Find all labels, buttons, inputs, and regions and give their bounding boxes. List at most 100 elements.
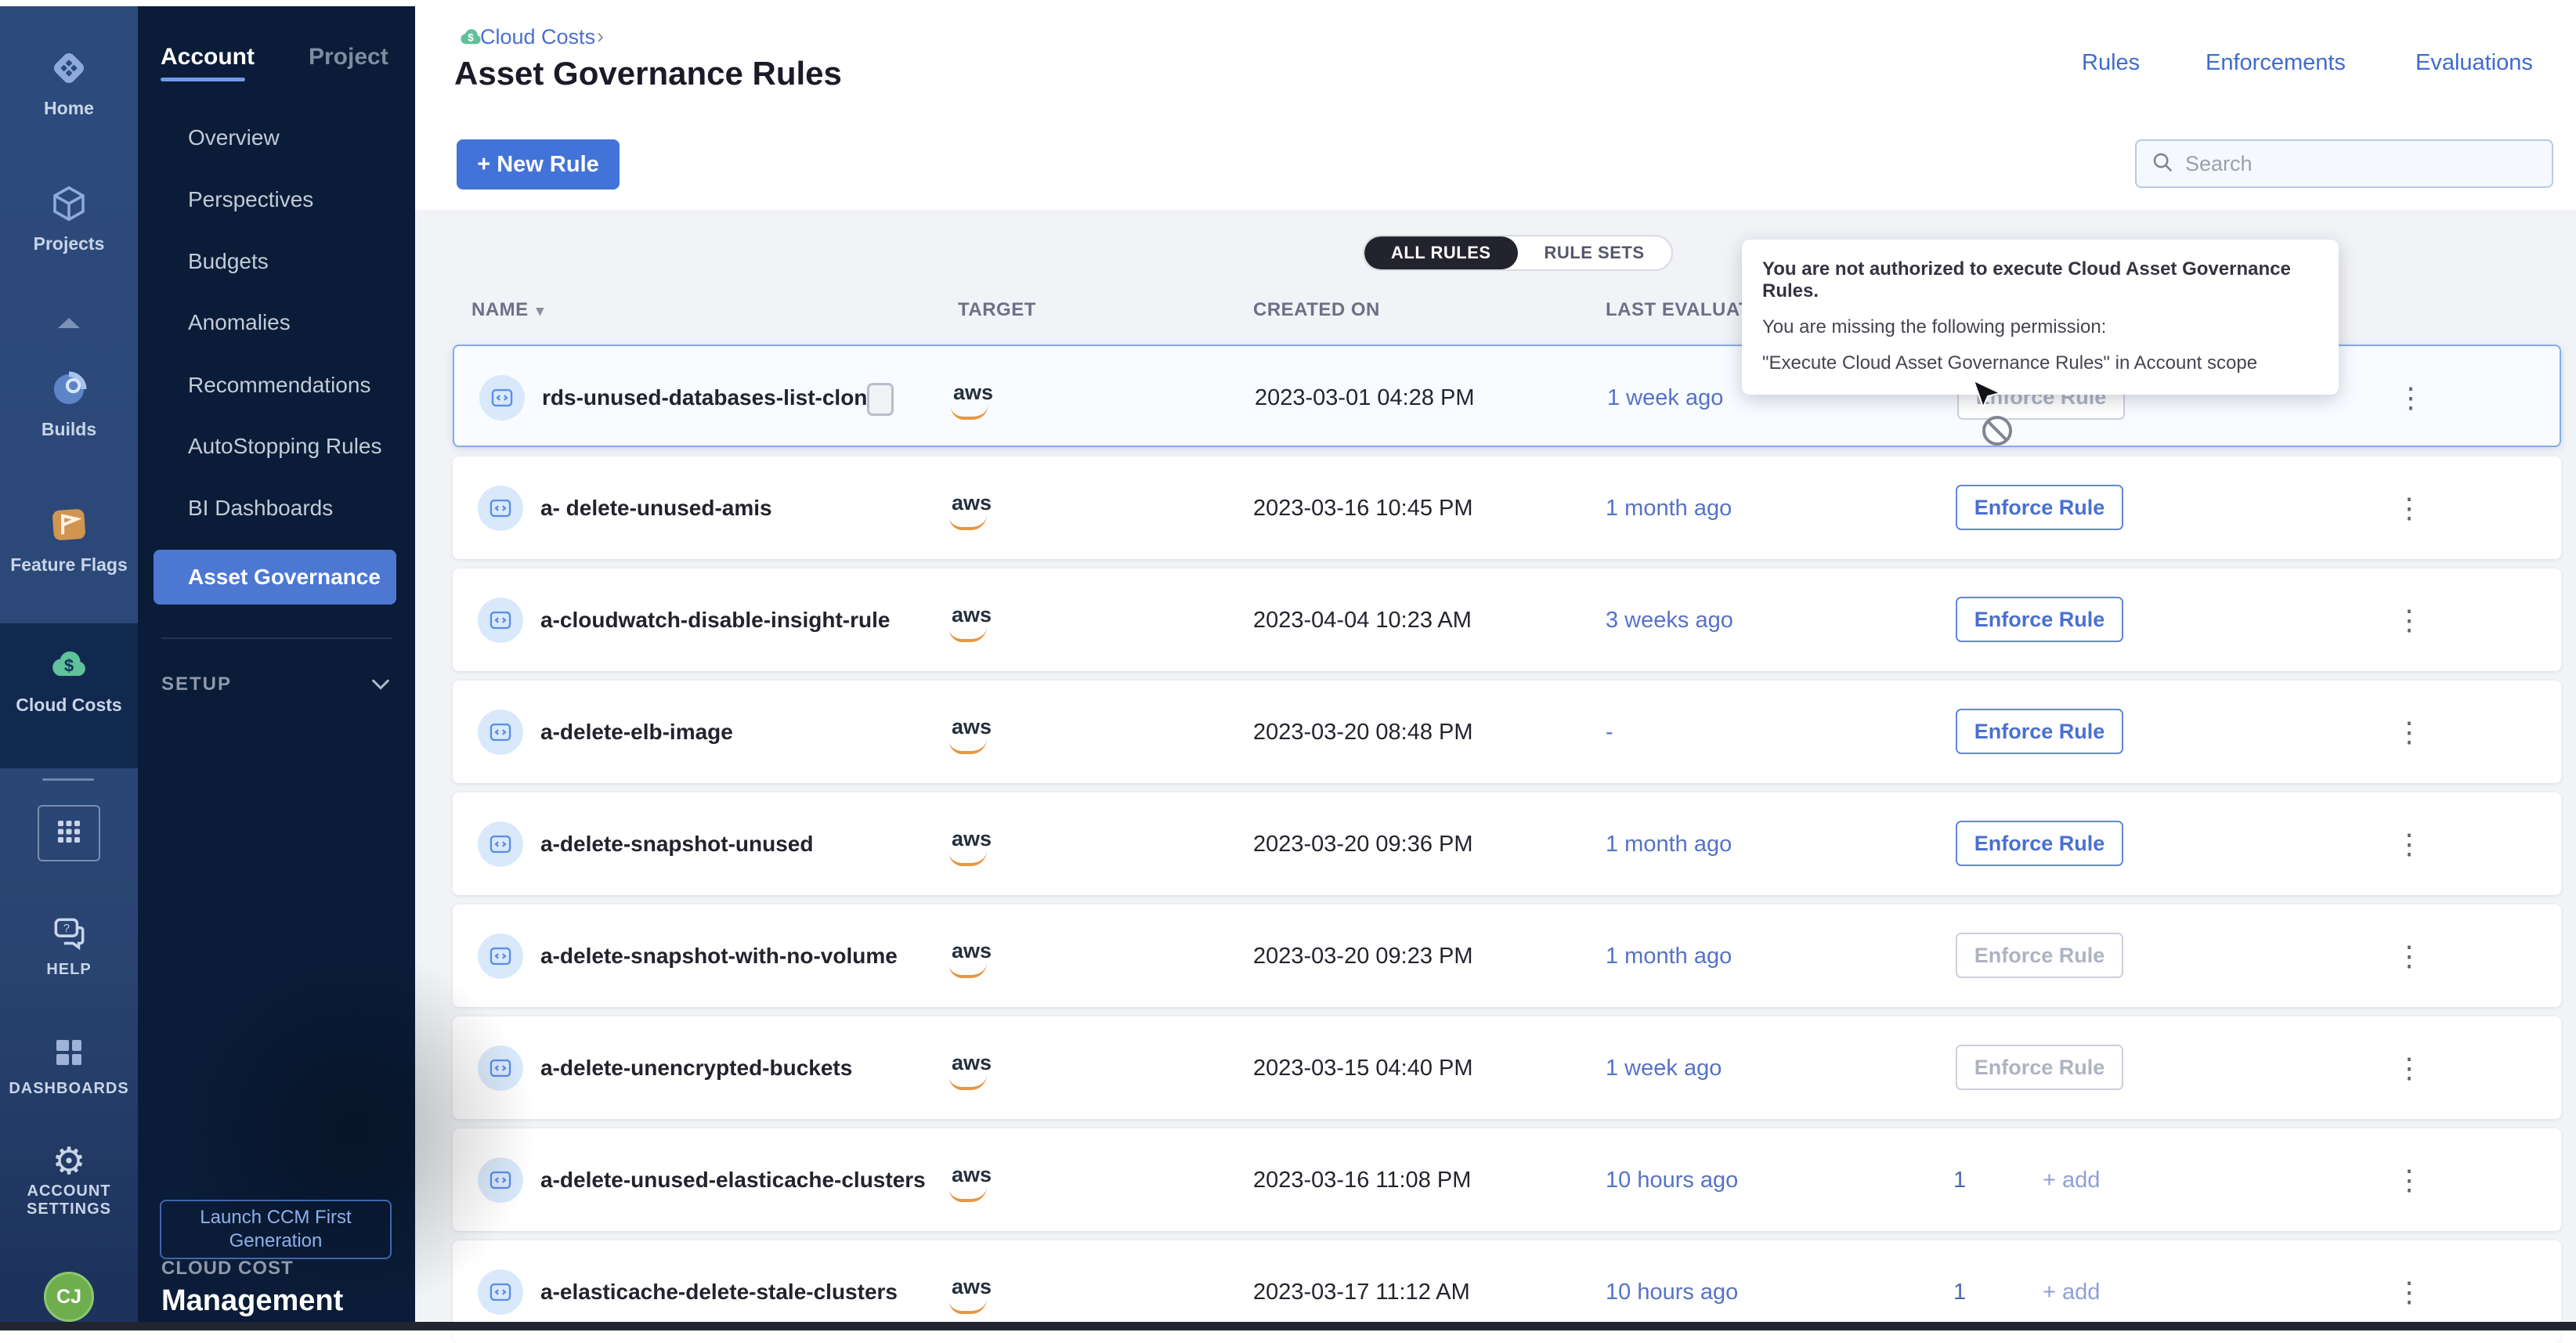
kebab-menu-icon[interactable]: ⋮ xyxy=(2394,822,2425,866)
tab-project[interactable]: Project xyxy=(309,44,388,70)
rule-name[interactable]: a-delete-unused-elasticache-clusters xyxy=(540,1168,926,1193)
user-avatar[interactable]: CJ xyxy=(44,1272,94,1322)
rail-item-projects[interactable]: Projects xyxy=(0,182,138,255)
search-input[interactable] xyxy=(2185,152,2552,176)
rule-name[interactable]: a-delete-snapshot-unused xyxy=(540,832,813,857)
table-row[interactable]: a-delete-unused-elasticache-clusters aws… xyxy=(453,1128,2561,1231)
svg-text:$: $ xyxy=(64,655,74,675)
tab-rules[interactable]: Rules xyxy=(2082,50,2140,76)
kebab-menu-icon[interactable]: ⋮ xyxy=(2395,376,2426,420)
tab-evaluations[interactable]: Evaluations xyxy=(2415,50,2533,76)
enforce-rule-button[interactable]: Enforce Rule xyxy=(1956,485,2123,530)
rail-item-dashboards[interactable]: DASHBOARDS xyxy=(0,1034,138,1098)
aws-target-icon: aws xyxy=(952,1163,992,1187)
rail-item-help[interactable]: ? HELP xyxy=(0,913,138,979)
rule-icon xyxy=(479,375,525,421)
collapse-rail-icon[interactable] xyxy=(58,318,80,328)
table-row[interactable]: a-delete-snapshot-unused aws 2023-03-20 … xyxy=(453,792,2561,895)
panel-footer-kicker: CLOUD COST xyxy=(161,1258,294,1280)
toggle-rule-sets[interactable]: RULE SETS xyxy=(1518,236,1671,269)
nav-item-perspectives[interactable]: Perspectives xyxy=(188,187,313,212)
rule-name[interactable]: a-elasticache-delete-stale-clusters xyxy=(540,1280,898,1305)
tab-enforcements[interactable]: Enforcements xyxy=(2206,50,2346,76)
enforcement-count[interactable]: 1 xyxy=(1953,1280,1966,1305)
last-evaluation-link[interactable]: 3 weeks ago xyxy=(1606,608,1733,634)
nav-item-anomalies[interactable]: Anomalies xyxy=(188,310,291,335)
enforce-rule-button[interactable]: Enforce Rule xyxy=(1956,821,2123,866)
kebab-menu-icon[interactable]: ⋮ xyxy=(2394,486,2425,530)
nav-item-budgets[interactable]: Budgets xyxy=(188,249,269,274)
kebab-menu-icon[interactable]: ⋮ xyxy=(2394,934,2425,978)
rail-item-cloud-costs[interactable]: $ Cloud Costs xyxy=(0,642,138,716)
gear-icon: ⚙ xyxy=(52,1141,85,1182)
table-row[interactable]: a- delete-unused-amis aws 2023-03-16 10:… xyxy=(453,457,2561,559)
rule-icon xyxy=(478,597,523,643)
created-on-value: 2023-03-20 09:36 PM xyxy=(1253,832,1473,857)
rule-name[interactable]: a- delete-unused-amis xyxy=(540,496,772,521)
search-box[interactable] xyxy=(2135,139,2553,188)
add-enforcement-link[interactable]: + add xyxy=(2043,1168,2100,1193)
tab-account[interactable]: Account xyxy=(161,44,255,70)
last-evaluation-link[interactable]: 10 hours ago xyxy=(1606,1280,1738,1305)
table-row[interactable]: a-cloudwatch-disable-insight-rule aws 20… xyxy=(453,569,2561,671)
launch-ccm-first-gen-button[interactable]: Launch CCM First Generation xyxy=(160,1200,392,1259)
last-evaluation-link[interactable]: 10 hours ago xyxy=(1606,1168,1738,1193)
nav-item-overview[interactable]: Overview xyxy=(188,125,280,150)
enforce-rule-button[interactable]: Enforce Rule xyxy=(1956,933,2123,978)
rule-name[interactable]: a-delete-elb-image xyxy=(540,720,733,745)
rail-item-home[interactable]: Home xyxy=(0,47,138,119)
add-enforcement-link[interactable]: + add xyxy=(2043,1280,2100,1305)
rail-label: DASHBOARDS xyxy=(0,1080,138,1098)
rule-name[interactable]: a-delete-snapshot-with-no-volume xyxy=(540,944,898,969)
created-on-value: 2023-03-20 08:48 PM xyxy=(1253,720,1473,746)
rule-name[interactable]: a-cloudwatch-disable-insight-rule xyxy=(540,608,890,633)
chevron-down-icon[interactable] xyxy=(370,677,392,696)
module-rail: Home Projects Builds Feature Flags $ Clo… xyxy=(0,6,138,1330)
last-evaluation-link[interactable]: 1 month ago xyxy=(1606,832,1732,857)
enforce-rule-button[interactable]: Enforce Rule xyxy=(1956,1045,2123,1090)
created-on-value: 2023-03-20 09:23 PM xyxy=(1253,944,1473,969)
table-row[interactable]: a-delete-unencrypted-buckets aws 2023-03… xyxy=(453,1016,2561,1119)
aws-target-icon: aws xyxy=(952,603,992,627)
module-switcher-button[interactable] xyxy=(38,805,100,861)
nav-item-asset-governance[interactable]: Asset Governance xyxy=(154,550,396,605)
kebab-menu-icon[interactable]: ⋮ xyxy=(2394,1270,2425,1314)
rail-item-account-settings[interactable]: ⚙ ACCOUNT SETTINGS xyxy=(0,1143,138,1218)
last-evaluation-link[interactable]: 1 month ago xyxy=(1606,944,1732,969)
enforce-rule-button[interactable]: Enforce Rule xyxy=(1956,597,2123,642)
kebab-menu-icon[interactable]: ⋮ xyxy=(2394,598,2425,642)
breadcrumb[interactable]: Cloud Costs xyxy=(480,25,595,49)
screen-bottom-edge xyxy=(0,1322,2576,1330)
table-row[interactable]: a-delete-elb-image aws 2023-03-20 08:48 … xyxy=(453,681,2561,783)
nav-item-label: Asset Governance xyxy=(188,565,381,590)
tooltip-line-3: "Execute Cloud Asset Governance Rules" i… xyxy=(1762,352,2318,374)
aws-target-icon: aws xyxy=(952,939,992,963)
col-header-name[interactable]: NAME▾ xyxy=(471,299,544,321)
rail-item-feature-flags[interactable]: Feature Flags xyxy=(0,504,138,576)
nav-item-bi-dashboards[interactable]: BI Dashboards xyxy=(188,496,333,521)
aws-target-icon: aws xyxy=(952,715,992,739)
rule-name[interactable]: a-delete-unencrypted-buckets xyxy=(540,1056,852,1081)
copy-icon[interactable] xyxy=(867,383,894,416)
nav-item-recommendations[interactable]: Recommendations xyxy=(188,373,370,398)
setup-section-toggle[interactable]: SETUP xyxy=(161,673,232,695)
svg-text:?: ? xyxy=(63,922,70,935)
rail-item-builds[interactable]: Builds xyxy=(0,368,138,440)
kebab-menu-icon[interactable]: ⋮ xyxy=(2394,1158,2425,1202)
rule-name[interactable]: rds-unused-databases-list-clone xyxy=(542,385,880,410)
last-evaluation-link[interactable]: 1 week ago xyxy=(1607,385,1723,411)
projects-icon xyxy=(48,215,90,228)
col-header-target: TARGET xyxy=(958,299,1036,321)
kebab-menu-icon[interactable]: ⋮ xyxy=(2394,710,2425,754)
last-evaluation-link[interactable]: 1 week ago xyxy=(1606,1056,1722,1081)
toggle-all-rules[interactable]: ALL RULES xyxy=(1364,236,1518,269)
table-row[interactable]: a-delete-snapshot-with-no-volume aws 202… xyxy=(453,904,2561,1007)
new-rule-button[interactable]: + New Rule xyxy=(457,139,620,190)
nav-item-autostopping-rules[interactable]: AutoStopping Rules xyxy=(188,434,382,459)
kebab-menu-icon[interactable]: ⋮ xyxy=(2394,1046,2425,1090)
created-on-value: 2023-03-16 11:08 PM xyxy=(1253,1168,1471,1193)
enforcement-count[interactable]: 1 xyxy=(1953,1168,1966,1193)
enforce-rule-button[interactable]: Enforce Rule xyxy=(1956,709,2123,754)
sort-desc-icon: ▾ xyxy=(537,303,544,320)
last-evaluation-link[interactable]: 1 month ago xyxy=(1606,496,1732,522)
